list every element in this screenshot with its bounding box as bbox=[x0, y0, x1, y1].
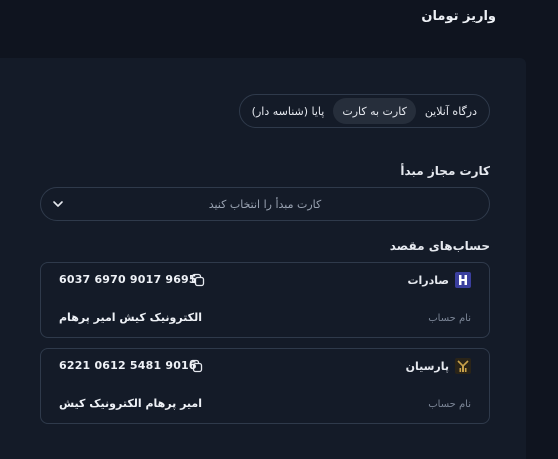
card-number: 6037 6970 9017 9695 bbox=[59, 273, 197, 286]
source-card-label: کارت مجاز مبدأ bbox=[400, 164, 490, 178]
chevron-down-icon bbox=[53, 201, 63, 207]
parsian-logo-icon bbox=[455, 358, 471, 374]
source-card-placeholder: کارت مبدأ را انتخاب کنید bbox=[208, 197, 322, 211]
saderat-logo-icon bbox=[455, 272, 471, 288]
destination-accounts-label: حساب‌های مقصد bbox=[389, 239, 490, 253]
destination-account-card: صادرات 6037 6970 9017 9695 نام حساب الکت… bbox=[40, 262, 490, 338]
tab-card-to-card[interactable]: کارت به کارت bbox=[333, 98, 416, 124]
deposit-method-selector: درگاه آنلاین کارت به کارت پایا (شناسه دا… bbox=[238, 94, 490, 128]
bank-name: صادرات bbox=[407, 274, 449, 287]
holder-name: امیر پرهام الکترونیک کیش bbox=[59, 397, 202, 410]
deposit-toman-page: واریز تومان درگاه آنلاین کارت به کارت پا… bbox=[0, 0, 558, 459]
tab-paya[interactable]: پایا (شناسه دار) bbox=[243, 98, 334, 124]
holder-name: الکترونیک کیش امیر پرهام bbox=[59, 311, 202, 324]
holder-label: نام حساب bbox=[428, 399, 471, 410]
destination-account-card: پارسیان 6221 0612 5481 9016 نام حساب امی… bbox=[40, 348, 490, 424]
deposit-panel: درگاه آنلاین کارت به کارت پایا (شناسه دا… bbox=[0, 58, 526, 459]
tab-online-gateway[interactable]: درگاه آنلاین bbox=[416, 98, 486, 124]
card-number: 6221 0612 5481 9016 bbox=[59, 359, 197, 372]
source-card-select[interactable]: کارت مبدأ را انتخاب کنید bbox=[40, 187, 490, 221]
bank-name: پارسیان bbox=[405, 360, 449, 373]
holder-label: نام حساب bbox=[428, 313, 471, 324]
page-title: واریز تومان bbox=[421, 9, 496, 24]
